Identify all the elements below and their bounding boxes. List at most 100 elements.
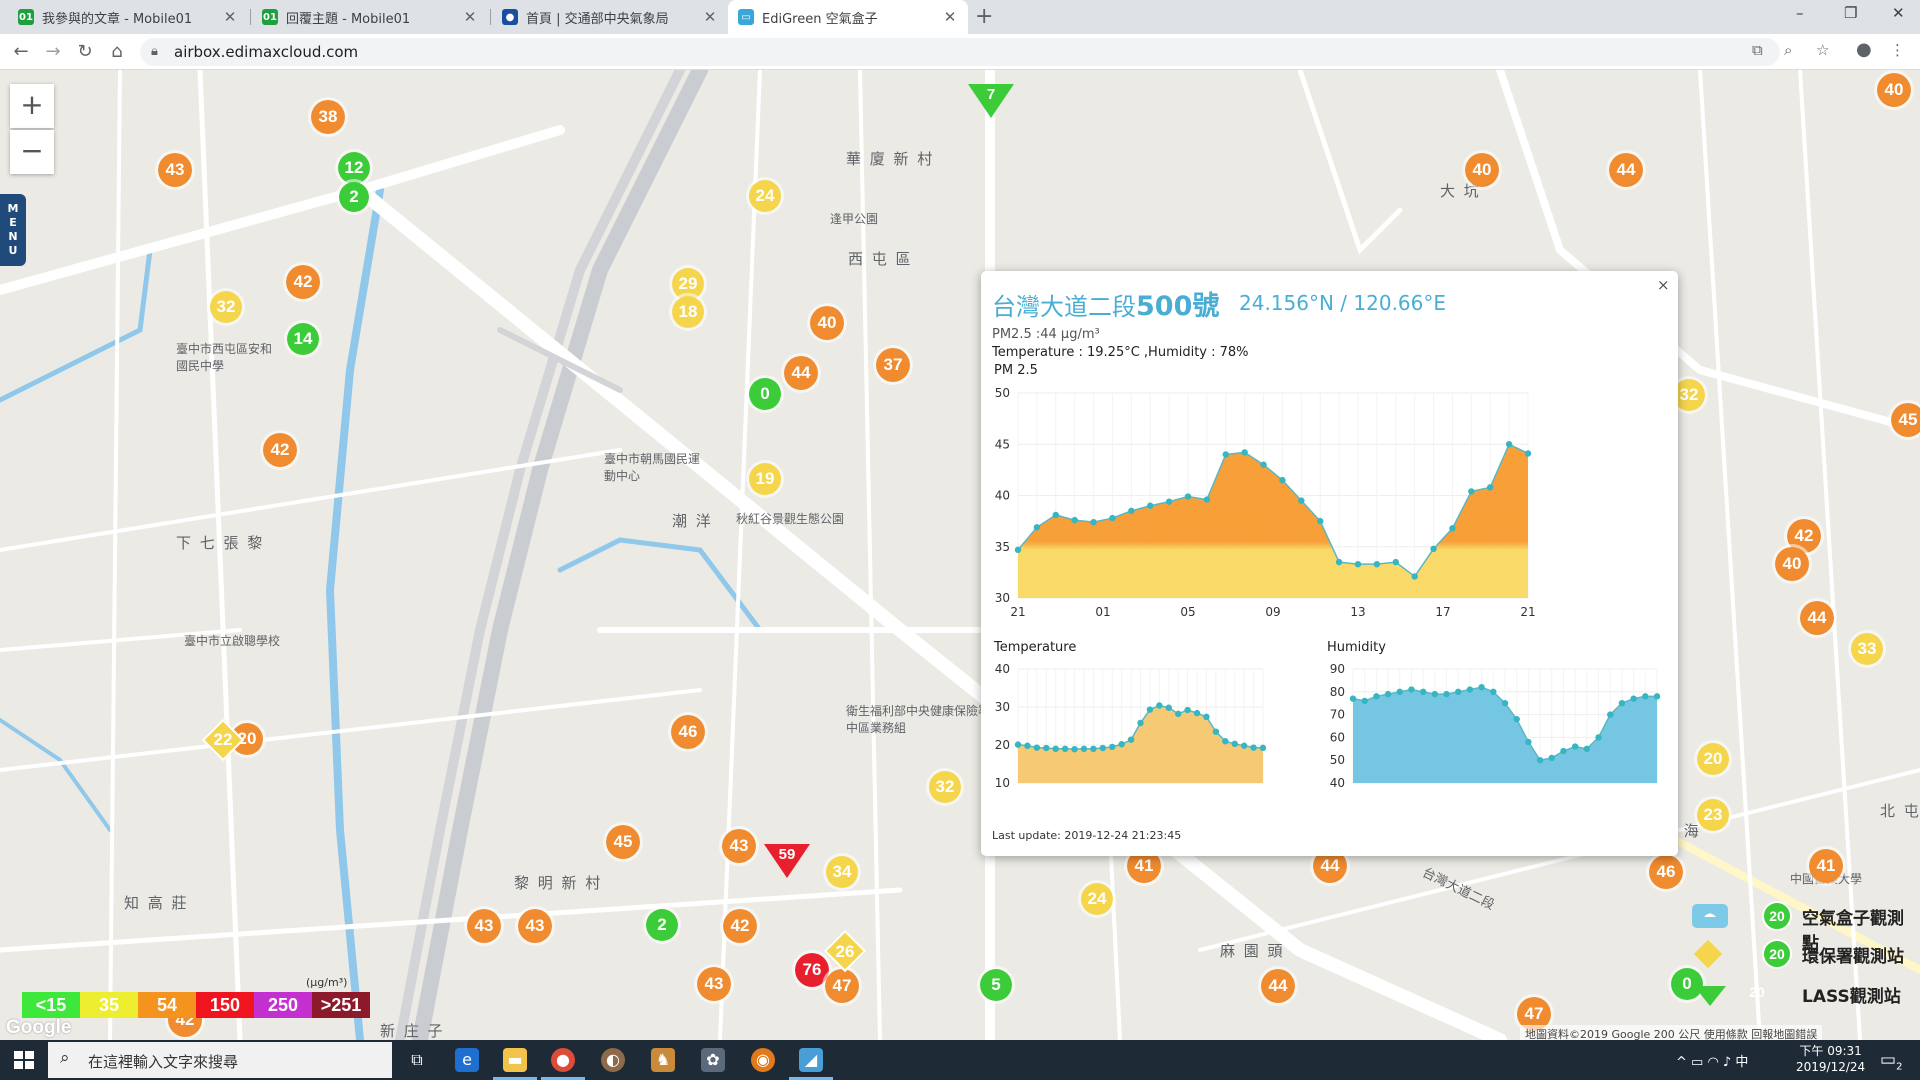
chart-data-point: [1618, 700, 1626, 707]
aqi-marker[interactable]: 40: [1874, 70, 1914, 110]
aqi-marker[interactable]: 24: [1078, 880, 1116, 918]
aqi-marker[interactable]: 45: [1888, 400, 1920, 440]
map-attribution[interactable]: 地圖資料©2019 Google 200 公尺 使用條款 回報地圖錯誤: [1520, 1025, 1823, 1040]
aqi-marker[interactable]: 0: [746, 375, 784, 413]
x-tick-label: 01: [1095, 605, 1110, 619]
aqi-marker[interactable]: 40: [1772, 544, 1812, 584]
tab-edigreen[interactable]: ▭ EdiGreen 空氣盒子 ✕: [728, 0, 968, 34]
aqi-marker[interactable]: 32: [207, 288, 245, 326]
aqi-marker[interactable]: 37: [873, 345, 913, 385]
aqi-marker[interactable]: 45: [603, 822, 643, 862]
zoom-in-button[interactable]: +: [10, 84, 54, 128]
close-icon[interactable]: ✕: [462, 8, 478, 26]
tab-mobile01-articles[interactable]: 01 我參與的文章 - Mobile01 ✕: [8, 0, 248, 34]
chart-data-point: [1071, 516, 1078, 524]
aqi-marker[interactable]: 43: [515, 906, 555, 946]
marker-value: 18: [678, 302, 698, 321]
aqi-marker[interactable]: 18: [669, 293, 707, 331]
aqi-marker[interactable]: 44: [1606, 150, 1646, 190]
aqi-marker[interactable]: 44: [1797, 598, 1837, 638]
aqi-marker[interactable]: 44: [781, 353, 821, 393]
chart-data-point: [1184, 493, 1192, 500]
marker-value: 44: [1320, 856, 1340, 875]
aqi-marker[interactable]: 38: [308, 97, 348, 137]
aqi-marker[interactable]: 40: [1462, 150, 1502, 190]
aqi-marker[interactable]: 34: [823, 853, 861, 891]
taskbar-search-box[interactable]: ⌕ 在這裡輸入文字來搜尋: [48, 1042, 392, 1078]
reload-icon[interactable]: ↻: [74, 41, 96, 62]
map-canvas[interactable]: 華 廈 新 村 西 屯 區 潮 洋 下 七 張 黎 黎 明 新 村 知 高 莊 …: [0, 70, 1920, 1040]
station-badge: 20: [1762, 939, 1792, 969]
marker-value: 34: [832, 862, 852, 881]
aqi-marker[interactable]: 46: [668, 712, 708, 752]
aqi-marker[interactable]: 41: [1806, 846, 1846, 886]
menu-button[interactable]: M E N U: [0, 194, 26, 266]
new-tab-button[interactable]: +: [975, 4, 993, 29]
aqi-marker[interactable]: 46: [1646, 852, 1686, 892]
chart-data-point: [1165, 704, 1172, 711]
chart-data-point: [1642, 693, 1649, 700]
aqi-marker[interactable]: 43: [694, 964, 734, 1004]
aqi-marker[interactable]: 2: [643, 906, 681, 944]
tab-cwb[interactable]: ● 首頁 | 交通部中央氣象局 ✕: [492, 0, 728, 34]
maximize-button[interactable]: ❐: [1844, 4, 1857, 22]
chart-data-point: [1411, 573, 1418, 580]
marker-value: 45: [613, 832, 633, 851]
aqi-marker[interactable]: 43: [719, 826, 759, 866]
chart-data-point: [1354, 560, 1362, 568]
taskbar-clock[interactable]: 下午 09:31 2019/12/24: [1796, 1043, 1865, 1075]
aqi-marker[interactable]: 19: [746, 460, 784, 498]
popup-charts: 30 35 40 45 50 21 01 05 09 13 17 21 10 20 30 40 40 50 60 70…: [995, 386, 1661, 790]
app-icon[interactable]: ✿: [701, 1048, 725, 1072]
aqi-marker[interactable]: 2: [336, 179, 372, 215]
kebab-menu-icon[interactable]: ⋮: [1890, 41, 1905, 59]
file-explorer-icon[interactable]: ▬: [503, 1048, 527, 1072]
aqi-marker[interactable]: 43: [155, 150, 195, 190]
aqi-marker[interactable]: 44: [1258, 966, 1298, 1006]
profile-avatar-icon[interactable]: ●: [1856, 39, 1872, 60]
close-icon[interactable]: ✕: [222, 8, 238, 26]
aqi-marker[interactable]: 14: [284, 320, 322, 358]
chrome-browser-icon[interactable]: ●: [551, 1048, 575, 1072]
aqi-marker[interactable]: 42: [283, 262, 323, 302]
aqi-marker[interactable]: 24: [746, 177, 784, 215]
system-tray[interactable]: ^ ▭ ◠ ♪ 中: [1676, 1051, 1748, 1070]
chart-data-point: [1147, 502, 1154, 509]
chart-data-point: [1317, 517, 1324, 525]
aqi-marker[interactable]: 40: [807, 303, 847, 343]
aqi-marker[interactable]: 47: [822, 966, 862, 1006]
aqi-marker[interactable]: 23: [1694, 796, 1732, 834]
zoom-out-button[interactable]: −: [10, 130, 54, 174]
blender-icon[interactable]: ◉: [751, 1048, 775, 1072]
address-bar[interactable]: 🔒︎ airbox.edimaxcloud.com: [140, 38, 1780, 66]
marker-value: 41: [1134, 856, 1154, 875]
home-icon[interactable]: ⌂: [106, 41, 128, 62]
aqi-marker[interactable]: 32: [926, 768, 964, 806]
bookmark-star-icon[interactable]: ☆: [1816, 41, 1829, 59]
task-view-icon[interactable]: ⧉: [405, 1048, 429, 1072]
notification-center-icon[interactable]: ▭2: [1880, 1050, 1902, 1072]
close-icon[interactable]: ✕: [942, 8, 958, 26]
aqi-marker[interactable]: 43: [464, 906, 504, 946]
forward-icon[interactable]: →: [42, 41, 64, 62]
aqi-marker[interactable]: 20: [1694, 740, 1732, 778]
tab-mobile01-reply[interactable]: 01 回覆主題 - Mobile01 ✕: [252, 0, 488, 34]
aqi-marker[interactable]: 33: [1848, 630, 1886, 668]
translate-icon[interactable]: ⧉: [1752, 41, 1763, 59]
minimize-button[interactable]: –: [1796, 4, 1804, 22]
windows-start-icon[interactable]: [14, 1051, 34, 1069]
app-icon[interactable]: ♞: [651, 1048, 675, 1072]
place-label: 北 屯: [1880, 802, 1920, 820]
close-window-button[interactable]: ✕: [1892, 4, 1905, 22]
aqi-marker[interactable]: 42: [720, 906, 760, 946]
app-icon[interactable]: ◐: [601, 1048, 625, 1072]
zoom-icon[interactable]: ⌕: [1784, 41, 1792, 59]
app-icon[interactable]: ◢: [799, 1048, 823, 1072]
aqi-marker[interactable]: 42: [260, 430, 300, 470]
aqi-marker[interactable]: 5: [977, 966, 1015, 1004]
edge-browser-icon[interactable]: e: [455, 1048, 479, 1072]
menu-letter: M: [7, 202, 19, 215]
back-icon[interactable]: ←: [10, 41, 32, 62]
close-icon[interactable]: ✕: [702, 8, 718, 26]
street: [0, 688, 702, 772]
